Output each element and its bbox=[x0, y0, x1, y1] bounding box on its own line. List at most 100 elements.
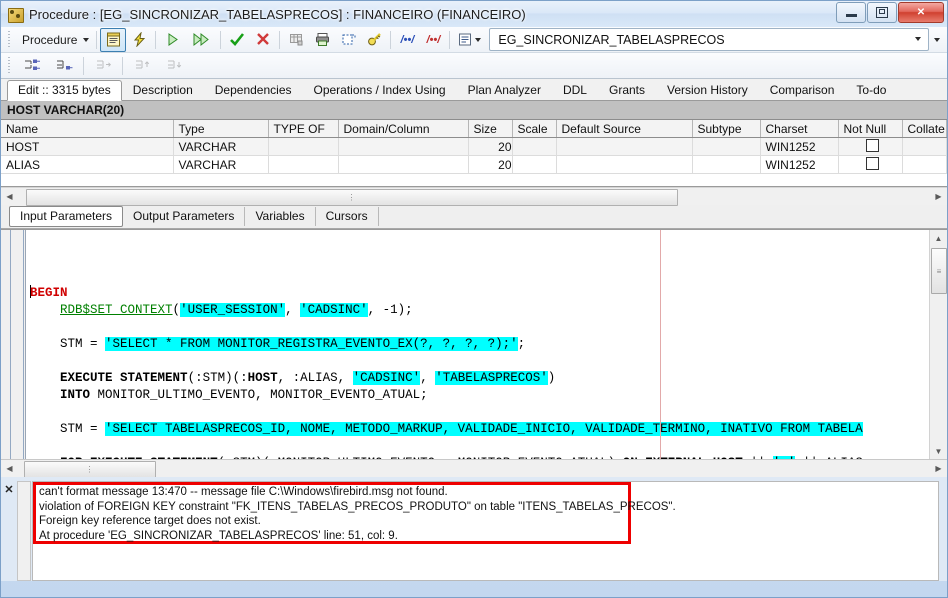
show-editor-button[interactable] bbox=[100, 27, 127, 52]
column-header-type-of[interactable]: TYPE OF bbox=[268, 120, 339, 138]
editor-hscroll-track[interactable]: ⋮ bbox=[18, 461, 930, 478]
cell-not-null[interactable] bbox=[838, 155, 903, 174]
maximize-button[interactable] bbox=[867, 2, 897, 23]
cell-default_source[interactable] bbox=[556, 137, 693, 156]
cell-scale[interactable] bbox=[512, 155, 557, 174]
scroll-left-arrow-icon[interactable]: ◀ bbox=[1, 189, 18, 204]
find-next-button[interactable]: /••/ bbox=[420, 28, 446, 52]
tab-edit-3315-bytes[interactable]: Edit :: 3315 bytes bbox=[7, 80, 122, 101]
column-header-charset[interactable]: Charset bbox=[760, 120, 839, 138]
cell-type[interactable]: VARCHAR bbox=[173, 155, 269, 174]
cell-type[interactable]: VARCHAR bbox=[173, 137, 269, 156]
outdent-block-button[interactable] bbox=[48, 54, 80, 78]
tab-to-do[interactable]: To-do bbox=[845, 80, 897, 101]
editor-vscroll-thumb[interactable]: ≡ bbox=[931, 248, 947, 294]
column-header-collate[interactable]: Collate bbox=[902, 120, 947, 138]
editor-code[interactable]: BEGIN RDB$SET_CONTEXT('USER_SESSION', 'C… bbox=[26, 230, 929, 459]
cell-not-null[interactable] bbox=[838, 137, 903, 156]
object-name-combo[interactable]: EG_SINCRONIZAR_TABELASPRECOS bbox=[489, 28, 929, 51]
scroll-up-arrow-icon[interactable]: ▲ bbox=[930, 230, 947, 246]
move-down-button[interactable] bbox=[158, 54, 190, 78]
cell-charset[interactable]: WIN1252 bbox=[760, 155, 839, 174]
scroll-right-arrow-icon[interactable]: ▶ bbox=[930, 461, 947, 476]
compile-button[interactable] bbox=[126, 28, 152, 52]
tab-grants[interactable]: Grants bbox=[598, 80, 656, 101]
comment-block-button[interactable] bbox=[87, 54, 119, 78]
table-row[interactable]: ALIAS VARCHAR 20 WIN1252 bbox=[1, 155, 947, 174]
column-header-size[interactable]: Size bbox=[468, 120, 513, 138]
grid-hscroll-thumb[interactable]: ⋮ bbox=[26, 189, 678, 206]
tab-dependencies[interactable]: Dependencies bbox=[204, 80, 303, 101]
scroll-right-arrow-icon[interactable]: ▶ bbox=[930, 189, 947, 204]
code-line[interactable]: INTO MONITOR_ULTIMO_EVENTO, MONITOR_EVEN… bbox=[30, 387, 929, 404]
table-row[interactable]: HOST VARCHAR 20 WIN1252 bbox=[1, 137, 947, 156]
code-line[interactable]: FOR EXECUTE STATEMENT(:STM)(:MONITOR_ULT… bbox=[30, 455, 929, 459]
column-header-subtype[interactable]: Subtype bbox=[692, 120, 761, 138]
grid-horizontal-scrollbar[interactable]: ◀ ⋮ ▶ bbox=[1, 187, 947, 206]
code-line[interactable] bbox=[30, 319, 929, 336]
cell-scale[interactable] bbox=[512, 137, 557, 156]
commit-button[interactable] bbox=[224, 28, 250, 52]
find-prev-button[interactable]: /••/ bbox=[394, 28, 420, 52]
object-type-dropdown[interactable]: Procedure bbox=[16, 29, 93, 50]
column-header-type[interactable]: Type bbox=[173, 120, 269, 138]
cell-subtype[interactable] bbox=[692, 155, 761, 174]
toolbar-grip[interactable] bbox=[6, 31, 13, 48]
cell-name[interactable]: ALIAS bbox=[1, 155, 174, 174]
tab-comparison[interactable]: Comparison bbox=[759, 80, 846, 101]
view-mode-button[interactable] bbox=[453, 28, 485, 52]
code-line[interactable] bbox=[30, 404, 929, 421]
minimize-button[interactable] bbox=[836, 2, 866, 23]
cell-collate[interactable] bbox=[902, 155, 947, 174]
subtab-output-parameters[interactable]: Output Parameters bbox=[123, 207, 246, 226]
cell-type_of[interactable] bbox=[268, 155, 339, 174]
copy-object-button[interactable] bbox=[335, 28, 361, 52]
cell-size[interactable]: 20 bbox=[468, 137, 513, 156]
code-line[interactable]: STM = 'SELECT TABELASPRECOS_ID, NOME, ME… bbox=[30, 421, 929, 438]
code-line[interactable]: RDB$SET_CONTEXT('USER_SESSION', 'CADSINC… bbox=[30, 302, 929, 319]
grid-hscroll-track[interactable]: ⋮ bbox=[18, 189, 930, 206]
cell-domain[interactable] bbox=[338, 155, 469, 174]
tab-ddl[interactable]: DDL bbox=[552, 80, 598, 101]
subtab-cursors[interactable]: Cursors bbox=[316, 207, 379, 226]
close-button[interactable]: ✕ bbox=[898, 2, 944, 23]
checkbox-unchecked-icon[interactable] bbox=[866, 157, 879, 170]
cell-type_of[interactable] bbox=[268, 137, 339, 156]
subtab-variables[interactable]: Variables bbox=[245, 207, 316, 226]
code-line[interactable]: BEGIN bbox=[30, 285, 929, 302]
cell-size[interactable]: 20 bbox=[468, 155, 513, 174]
code-line[interactable] bbox=[30, 353, 929, 370]
tab-description[interactable]: Description bbox=[122, 80, 204, 101]
grid-button[interactable] bbox=[283, 28, 309, 52]
scroll-left-arrow-icon[interactable]: ◀ bbox=[1, 461, 18, 476]
execute-button[interactable] bbox=[159, 28, 185, 52]
close-error-panel-button[interactable]: ✕ bbox=[1, 481, 17, 581]
cell-charset[interactable]: WIN1252 bbox=[760, 137, 839, 156]
tab-plan-analyzer[interactable]: Plan Analyzer bbox=[457, 80, 552, 101]
tab-operations-index-using[interactable]: Operations / Index Using bbox=[303, 80, 457, 101]
column-header-name[interactable]: Name bbox=[1, 120, 174, 138]
code-line[interactable]: STM = 'SELECT * FROM MONITOR_REGISTRA_EV… bbox=[30, 336, 929, 353]
code-line[interactable]: EXECUTE STATEMENT(:STM)(:HOST, :ALIAS, '… bbox=[30, 370, 929, 387]
cell-subtype[interactable] bbox=[692, 137, 761, 156]
toolbar-grip[interactable] bbox=[6, 57, 13, 74]
scroll-down-arrow-icon[interactable]: ▼ bbox=[930, 443, 947, 459]
tab-version-history[interactable]: Version History bbox=[656, 80, 759, 101]
subtab-input-parameters[interactable]: Input Parameters bbox=[9, 206, 124, 227]
editor-vertical-scrollbar[interactable]: ▲ ≡ ▼ bbox=[929, 230, 947, 459]
cell-collate[interactable] bbox=[902, 137, 947, 156]
rollback-button[interactable] bbox=[250, 28, 276, 52]
column-header-domain-column[interactable]: Domain/Column bbox=[338, 120, 469, 138]
execute-all-button[interactable] bbox=[185, 28, 217, 52]
cell-default_source[interactable] bbox=[556, 155, 693, 174]
indent-block-button[interactable] bbox=[16, 54, 48, 78]
chevron-down-icon[interactable] bbox=[910, 32, 925, 46]
move-up-button[interactable] bbox=[126, 54, 158, 78]
checkbox-unchecked-icon[interactable] bbox=[866, 139, 879, 152]
print-button[interactable] bbox=[309, 28, 335, 52]
toolbar-overflow-button[interactable] bbox=[931, 37, 943, 42]
column-header-not-null[interactable]: Not Null bbox=[838, 120, 903, 138]
code-line[interactable] bbox=[30, 438, 929, 455]
grant-button[interactable] bbox=[361, 28, 387, 52]
cell-name[interactable]: HOST bbox=[1, 137, 174, 156]
